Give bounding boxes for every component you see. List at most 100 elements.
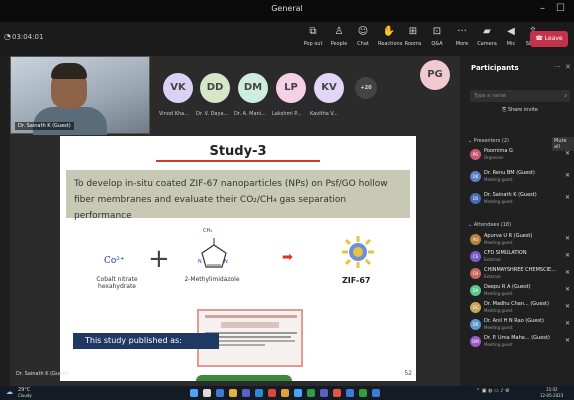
taskbar-app-icon[interactable] <box>372 389 380 397</box>
participant-name: Dr. Madhu Chan... (Guest) <box>484 301 549 307</box>
camera-icon: ▰ <box>483 26 491 37</box>
participant-avatar[interactable]: DD <box>200 73 230 103</box>
mic-muted-icon: ✕ <box>564 320 570 327</box>
start-icon[interactable] <box>190 389 198 397</box>
participant-name-label: Kavitha V... <box>310 111 338 117</box>
participant-avatar[interactable]: VK <box>163 73 193 103</box>
participant-name-label: Dr. A. Mani... <box>234 111 266 117</box>
taskbar-app-icon[interactable] <box>346 389 354 397</box>
participant-avatar[interactable]: PG <box>420 60 450 90</box>
clock-date: 12-05-2023 <box>540 393 564 398</box>
leave-button[interactable]: ☎ Leave <box>530 31 568 47</box>
participant-search-input[interactable]: Type a name ⌕ <box>470 90 570 102</box>
participant-name: Dr. Renu BM (Guest) <box>484 170 535 176</box>
participant-row[interactable]: DM Dr. P. Uma Mahe... (Guest) Meeting gues… <box>470 335 570 351</box>
mic-muted-icon: ✕ <box>564 337 570 344</box>
title-underline <box>156 160 320 162</box>
mic-muted-icon: ✕ <box>564 150 570 157</box>
imidazole-structure-icon: N N <box>198 238 228 268</box>
taskbar-app-icon[interactable] <box>294 389 302 397</box>
toolbar-button-participants[interactable]: ⧉ Pop out <box>302 26 324 48</box>
participant-row[interactable]: DC Dr. Madhu Chan... (Guest) Meeting guest… <box>470 301 570 317</box>
taskbar-app-icon[interactable] <box>320 389 328 397</box>
toolbar-button-rooms[interactable]: ⊞ Rooms <box>402 26 424 48</box>
methyl-label: CH₃ <box>203 228 213 234</box>
published-banner: This study published as: <box>73 333 219 349</box>
reactions-icon: ✋ <box>382 26 396 37</box>
green-footer <box>196 375 292 381</box>
toolbar-button-label: Q&A <box>431 41 443 47</box>
taskbar-app-icon[interactable] <box>216 389 224 397</box>
maximize-button[interactable]: ☐ <box>556 3 565 14</box>
participant-row[interactable]: DS Dr. Sainath K (Guest) Meeting guest ✕ <box>470 192 570 208</box>
tray-icons[interactable]: ⌃ ▣ ◍ ▭ ♪ ⚙ <box>476 388 510 394</box>
toolbar-button-people[interactable]: ♙ People <box>328 26 350 48</box>
svg-text:N: N <box>224 259 228 265</box>
participant-name: Dr. P. Uma Mahe... (Guest) <box>484 335 550 341</box>
self-video-tile[interactable]: Dr. Sainath K (Guest) <box>10 56 150 135</box>
toolbar-button-chat[interactable]: ☺ Chat <box>352 26 374 48</box>
shared-slide: Study-3 To develop in-situ coated ZIF-67… <box>60 136 416 381</box>
taskbar-app-icon[interactable] <box>229 389 237 397</box>
toolbar-button-mic[interactable]: ◀ Mic <box>500 26 522 48</box>
toolbar-button-label: Chat <box>357 41 369 47</box>
participant-avatar[interactable]: +20 <box>355 77 377 99</box>
participants-panel: Participants ··· ✕ Type a name ⌕ ⎘ Share… <box>464 56 574 386</box>
taskbar-app-icon[interactable] <box>268 389 276 397</box>
toolbar-button-reactions[interactable]: ✋ Reactions <box>378 26 402 48</box>
participant-avatar[interactable]: LP <box>276 73 306 103</box>
minimize-button[interactable]: – <box>540 3 545 14</box>
participant-role: Organizer <box>484 155 504 160</box>
participant-row[interactable]: CS CFD SIMULATION External ✕ <box>470 250 570 266</box>
avatar: CS <box>470 251 481 262</box>
toolbar-button-label: People <box>330 41 348 47</box>
participant-name: CHINMAYSHREE CHEMSCIE... <box>484 267 556 273</box>
toolbar-button-more[interactable]: ··· More <box>451 26 473 48</box>
presenters-section-header[interactable]: ⌄ Presenters (2) <box>468 138 509 144</box>
shield-icon: ◔ <box>4 32 11 41</box>
window-title: General <box>271 4 303 13</box>
taskbar-app-icon[interactable] <box>333 389 341 397</box>
mic-muted-icon: ✕ <box>564 194 570 201</box>
participant-row[interactable]: DK Dr. Renu BM (Guest) Meeting guest ✕ <box>470 170 570 186</box>
plus-sign: + <box>148 244 170 274</box>
participant-role: Meeting guest <box>484 177 513 182</box>
windows-taskbar: ☁ 29°C Cloudy ⌃ ▣ ◍ ▭ ♪ ⚙ 15:02 12-05-20… <box>0 386 574 400</box>
title-bar: General – ☐ <box>0 0 574 22</box>
mic-muted-icon: ✕ <box>564 303 570 310</box>
participant-avatar[interactable]: KV <box>314 73 344 103</box>
toolbar-button-label: Camera <box>477 41 497 47</box>
taskbar-app-icon[interactable] <box>255 389 263 397</box>
toolbar-button-qa[interactable]: ⊡ Q&A <box>426 26 448 48</box>
avatar: DK <box>470 171 481 182</box>
meeting-timer: 03:04:01 <box>12 33 44 41</box>
cobalt-name: Cobalt nitrate hexahydrate <box>96 276 138 290</box>
toolbar-button-camera[interactable]: ▰ Camera <box>476 26 498 48</box>
participant-name: Apurva U R (Guest) <box>484 233 533 239</box>
participant-row[interactable]: CH CHINMAYSHREE CHEMSCIE... External ✕ <box>470 267 570 283</box>
participant-row[interactable]: PG Poornima G Organizer ✕ <box>470 148 570 164</box>
participant-name-label: Vinod Kha... <box>159 111 189 117</box>
search-icon[interactable] <box>203 389 211 397</box>
toolbar-button-label: Mic <box>506 41 516 47</box>
participant-avatar[interactable]: DM <box>238 73 268 103</box>
presenters-section-label: Presenters (2) <box>473 138 509 144</box>
participant-row[interactable]: AU Apurva U R (Guest) Meeting guest ✕ <box>470 233 570 249</box>
toolbar-button-label: Pop out <box>303 41 323 47</box>
taskbar-app-icon[interactable] <box>242 389 250 397</box>
more-icon: ··· <box>457 26 467 37</box>
participant-row[interactable]: DR Dr. Anil H N Rao (Guest) Meeting guest ✕ <box>470 318 570 334</box>
close-icon[interactable]: ✕ <box>565 63 571 71</box>
share-invite-button[interactable]: ⎘ Share invite <box>470 107 570 113</box>
taskbar-app-icon[interactable] <box>307 389 315 397</box>
participant-role: Meeting guest <box>484 199 513 204</box>
taskbar-app-icon[interactable] <box>281 389 289 397</box>
more-options-icon[interactable]: ··· <box>554 63 561 71</box>
attendees-section-header[interactable]: ⌄ Attendees (18) <box>468 222 511 228</box>
taskbar-app-icon[interactable] <box>359 389 367 397</box>
participant-role: External <box>484 257 501 262</box>
participant-row[interactable]: DA Deepu R A (Guest) Meeting guest ✕ <box>470 284 570 300</box>
imidazole-name: 2-Methylimidazole <box>184 276 240 283</box>
avatar: DA <box>470 285 481 296</box>
participant-role: Meeting guest <box>484 325 513 330</box>
